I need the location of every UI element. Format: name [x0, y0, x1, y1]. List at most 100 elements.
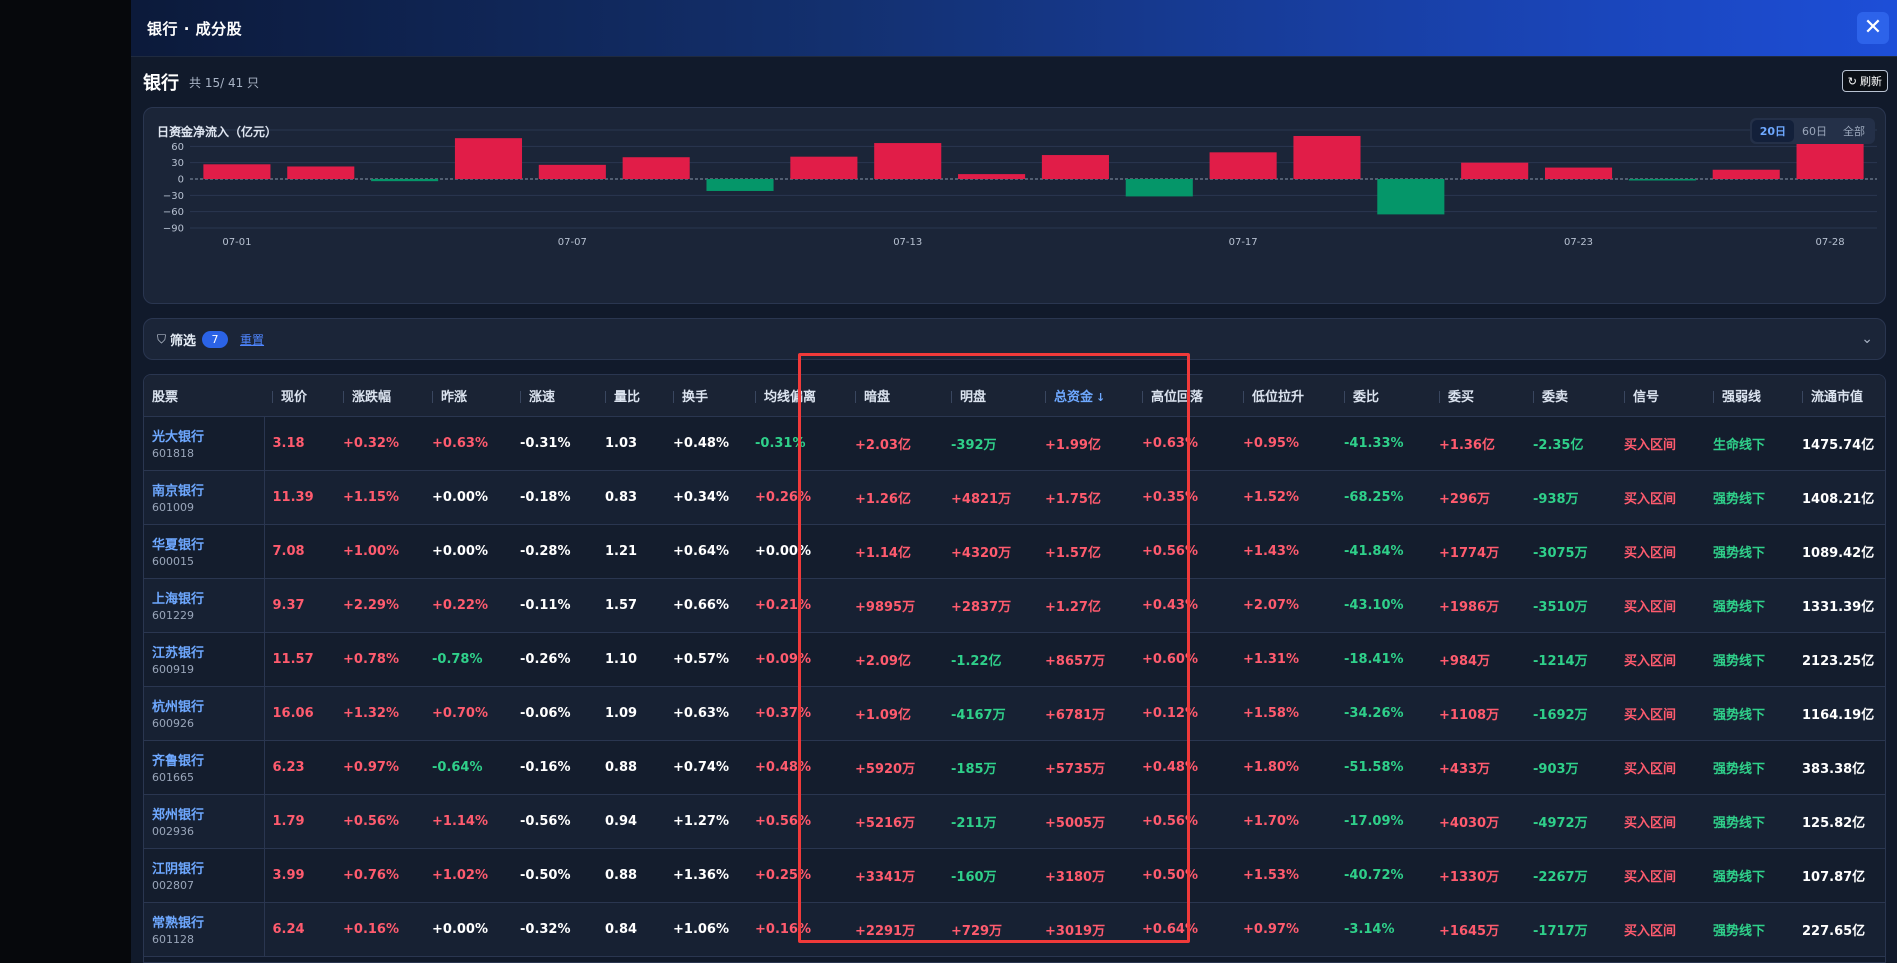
- table-row[interactable]: 江苏银行 600919 11.57 +0.78% -0.78% -0.26% 1.10 +0.…: [144, 632, 1885, 686]
- table-cell: -0.18%: [520, 489, 571, 505]
- table-row[interactable]: 郑州银行 002936 1.79 +0.56% +1.14% -0.56% 0.94 +1.2…: [144, 794, 1885, 848]
- bar[interactable]: [790, 156, 858, 179]
- table-cell: 3.18: [272, 435, 305, 451]
- table-cell: +0.12%: [1142, 705, 1198, 721]
- column-header[interactable]: 低位拉升: [1235, 375, 1336, 417]
- table-row[interactable]: 华夏银行 600015 7.08 +1.00% +0.00% -0.28% 1.21 +0.6…: [144, 524, 1885, 578]
- stock-name-link[interactable]: 华夏银行: [152, 534, 264, 553]
- bar[interactable]: [1544, 167, 1613, 179]
- table-cell: -392万: [951, 437, 997, 453]
- column-header[interactable]: 股票: [144, 375, 264, 417]
- stock-name-link[interactable]: 光大银行: [152, 426, 264, 445]
- bar[interactable]: [622, 157, 690, 179]
- table-cell: +1.09亿: [855, 707, 911, 723]
- bar[interactable]: [1377, 179, 1445, 215]
- table-row[interactable]: 光大银行 601818 3.18 +0.32% +0.63% -0.31% 1.03 +0.4…: [144, 416, 1885, 470]
- bar[interactable]: [958, 174, 1026, 179]
- bar[interactable]: [706, 179, 774, 191]
- filter-bar[interactable]: ⛉ 筛选 7 重置 ⌄: [143, 318, 1886, 360]
- stock-cell[interactable]: 江阴银行 002807: [144, 848, 265, 902]
- table-row[interactable]: 江阴银行 002807 3.99 +0.76% +1.02% -0.50% 0.88 +1.3…: [144, 848, 1885, 902]
- column-label: 信号: [1633, 389, 1660, 405]
- table-cell: +2.09亿: [855, 653, 911, 669]
- column-header[interactable]: 昨涨: [424, 375, 512, 417]
- column-label: 强弱线: [1722, 389, 1762, 405]
- table-cell: 买入区间: [1624, 869, 1677, 885]
- table-cell: 买入区间: [1624, 545, 1677, 561]
- bar[interactable]: [1041, 155, 1109, 179]
- bar[interactable]: [1628, 179, 1696, 181]
- range-all-button[interactable]: 全部: [1835, 120, 1873, 142]
- table-cell: +0.97%: [343, 759, 399, 775]
- stock-cell[interactable]: 上海银行 601229: [144, 578, 265, 632]
- stock-name-link[interactable]: 常熟银行: [152, 912, 264, 931]
- column-header[interactable]: 明盘: [943, 375, 1037, 417]
- column-header[interactable]: 强弱线: [1705, 375, 1794, 417]
- bar[interactable]: [454, 138, 523, 179]
- sector-name: 银行: [143, 73, 179, 94]
- bar[interactable]: [1712, 169, 1780, 179]
- column-header[interactable]: 换手: [665, 375, 747, 417]
- x-tick-label: 07-01: [222, 237, 251, 248]
- table-cell: +0.95%: [1243, 435, 1299, 451]
- stock-name-link[interactable]: 杭州银行: [152, 696, 264, 715]
- stock-cell[interactable]: 郑州银行 002936: [144, 794, 265, 848]
- range-20d-button[interactable]: 20日: [1751, 120, 1794, 142]
- column-header[interactable]: 涨速: [512, 375, 597, 417]
- column-header[interactable]: 暗盘: [847, 375, 943, 417]
- table-row[interactable]: 常熟银行 601128 6.24 +0.16% +0.00% -0.32% 0.84 +1.0…: [144, 902, 1885, 956]
- column-header[interactable]: 量比: [597, 375, 665, 417]
- stock-count: 共 15/ 41 只: [189, 75, 260, 90]
- stock-cell[interactable]: 江苏银行 600919: [144, 632, 265, 686]
- table-row[interactable]: 南京银行 601009 11.39 +1.15% +0.00% -0.18% 0.83 +0.…: [144, 470, 1885, 524]
- close-button[interactable]: ✕: [1857, 12, 1889, 44]
- column-header[interactable]: 现价: [264, 375, 335, 417]
- chevron-down-icon[interactable]: ⌄: [1861, 331, 1873, 347]
- modal-title: 银行 · 成分股: [147, 19, 243, 38]
- filter-reset-link[interactable]: 重置: [240, 331, 264, 348]
- table-row[interactable]: 杭州银行 600926 16.06 +1.32% +0.70% -0.06% 1.09 +0.…: [144, 686, 1885, 740]
- stock-name-link[interactable]: 江阴银行: [152, 858, 264, 877]
- bar[interactable]: [1209, 152, 1277, 179]
- stock-cell[interactable]: 杭州银行 600926: [144, 686, 265, 740]
- stock-code: 002936: [152, 825, 194, 838]
- stock-cell[interactable]: 南京银行 601009: [144, 470, 265, 524]
- bar[interactable]: [874, 143, 942, 179]
- range-60d-button[interactable]: 60日: [1794, 120, 1835, 142]
- table-cell: +0.97%: [1243, 921, 1299, 937]
- stock-cell[interactable]: 常熟银行 601128: [144, 902, 265, 956]
- column-header[interactable]: 委买: [1431, 375, 1525, 417]
- bar[interactable]: [1293, 135, 1361, 179]
- bar[interactable]: [538, 164, 606, 179]
- column-header[interactable]: 流通市值: [1794, 375, 1885, 417]
- column-header[interactable]: 高位回落: [1134, 375, 1235, 417]
- table-row[interactable]: 齐鲁银行 601665 6.23 +0.97% -0.64% -0.16% 0.88 +0.7…: [144, 740, 1885, 794]
- bar[interactable]: [287, 166, 355, 179]
- stock-name-link[interactable]: 南京银行: [152, 480, 264, 499]
- bar[interactable]: [371, 179, 439, 182]
- table-cell: -0.32%: [520, 921, 571, 937]
- bar[interactable]: [1461, 162, 1529, 179]
- column-header[interactable]: 委比: [1336, 375, 1431, 417]
- bar[interactable]: [203, 164, 271, 179]
- column-header[interactable]: 信号: [1616, 375, 1705, 417]
- bar[interactable]: [1125, 179, 1193, 197]
- column-header[interactable]: 总资金 ↓: [1037, 375, 1134, 417]
- stock-name-link[interactable]: 上海银行: [152, 588, 264, 607]
- table-cell: +1.80%: [1243, 759, 1299, 775]
- stock-cell[interactable]: 光大银行 601818: [144, 416, 265, 470]
- stock-cell[interactable]: 齐鲁银行 601665: [144, 740, 265, 794]
- column-header[interactable]: 涨跌幅: [335, 375, 424, 417]
- table-cell: +1108万: [1439, 707, 1500, 723]
- stock-name-link[interactable]: 齐鲁银行: [152, 750, 264, 769]
- table-row[interactable]: 上海银行 601229 9.37 +2.29% +0.22% -0.11% 1.57 +0.6…: [144, 578, 1885, 632]
- stock-cell[interactable]: 华夏银行 600015: [144, 524, 265, 578]
- stock-name-link[interactable]: 江苏银行: [152, 642, 264, 661]
- table-cell: 买入区间: [1624, 491, 1677, 507]
- stock-name-link[interactable]: 郑州银行: [152, 804, 264, 823]
- table-cell: 1164.19亿: [1802, 707, 1875, 723]
- table-cell: +1.58%: [1243, 705, 1299, 721]
- column-header[interactable]: 均线偏离: [747, 375, 847, 417]
- refresh-button[interactable]: ↻ 刷新: [1841, 70, 1888, 92]
- column-header[interactable]: 委卖: [1525, 375, 1616, 417]
